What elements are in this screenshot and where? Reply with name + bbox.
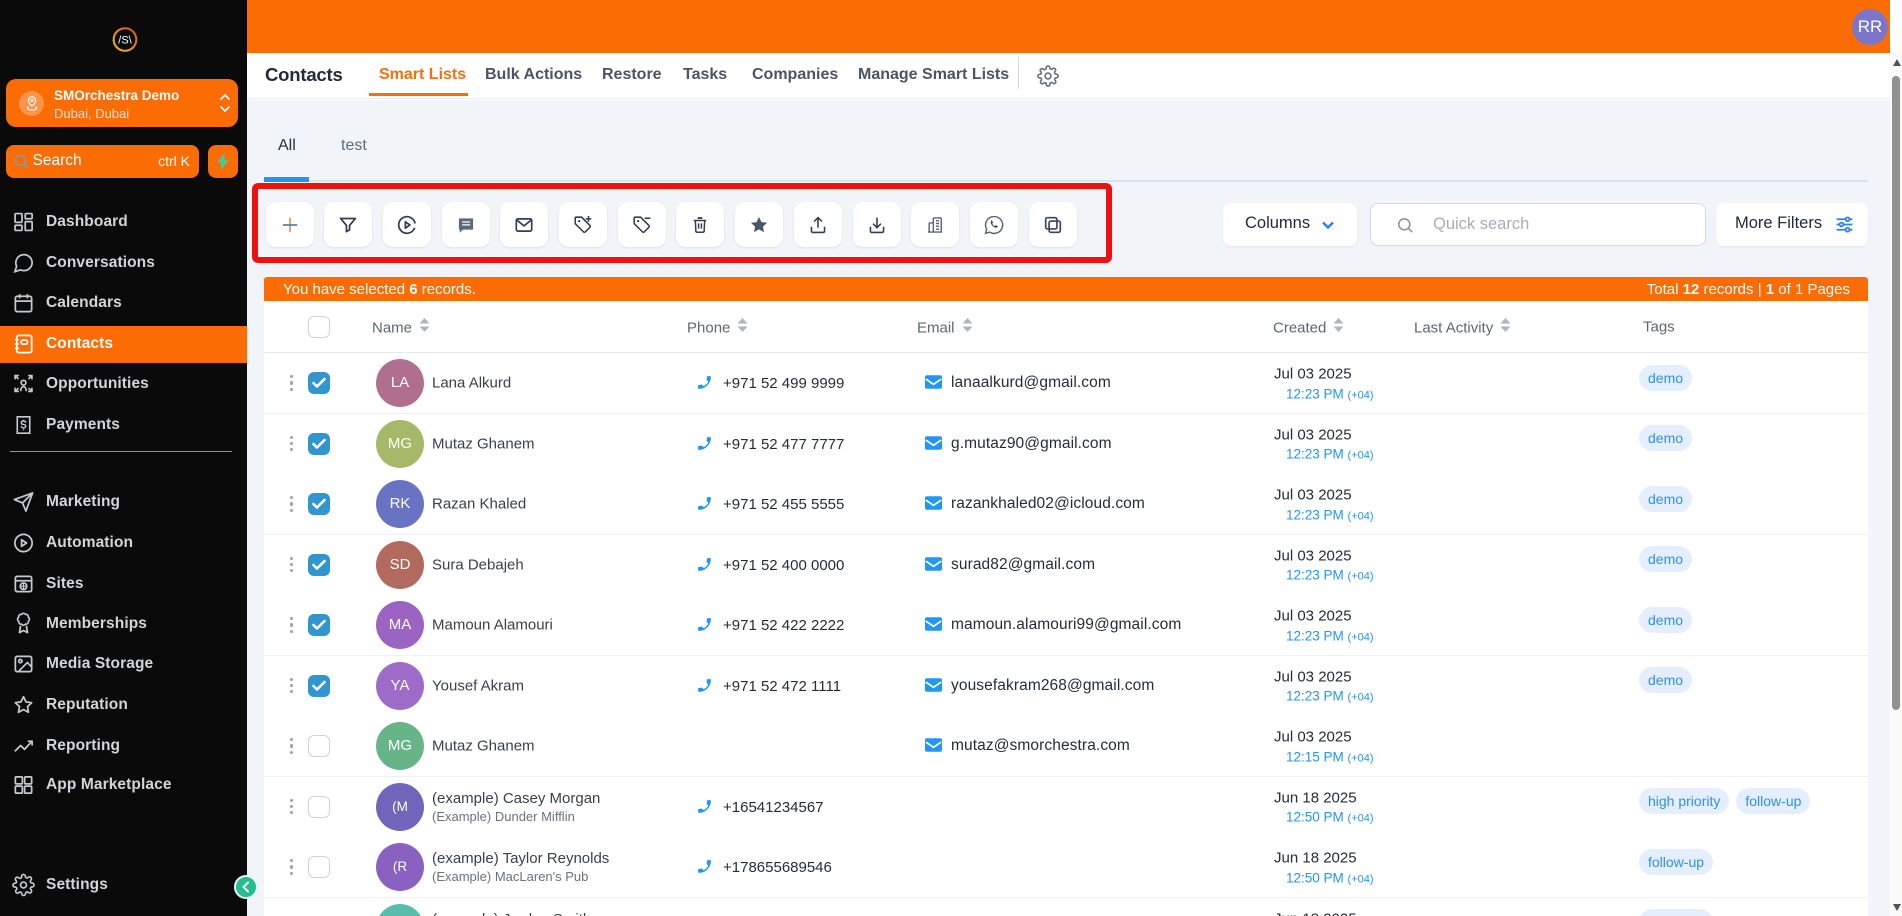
svg-text:/S\: /S\ bbox=[118, 35, 132, 47]
